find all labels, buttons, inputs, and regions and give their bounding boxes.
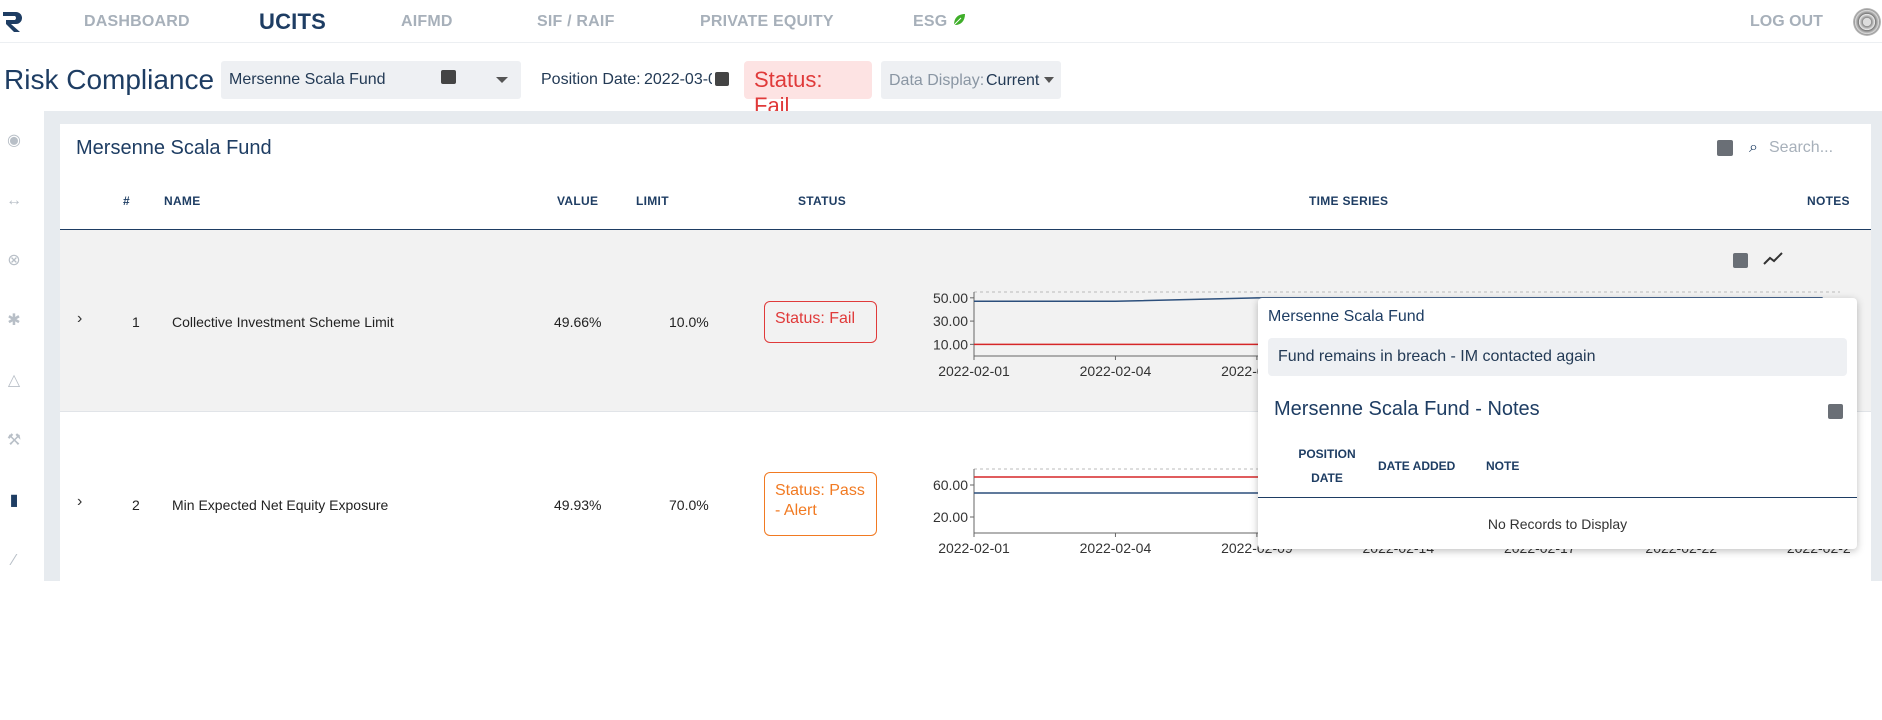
notes-column-position-date[interactable]: POSITION DATE bbox=[1298, 442, 1356, 490]
chevron-down-icon bbox=[1044, 77, 1054, 83]
download-icon[interactable] bbox=[1828, 404, 1843, 419]
nav-esg[interactable]: ESG bbox=[913, 13, 966, 31]
data-display-label: Data Display: bbox=[889, 72, 985, 89]
chart-x-tick-label: 2022-02-01 bbox=[938, 363, 1010, 379]
column-header-name[interactable]: NAME bbox=[164, 194, 201, 208]
note-input[interactable] bbox=[1268, 338, 1847, 376]
page-header: Risk Compliance Mersenne Scala Fund Posi… bbox=[0, 44, 1882, 118]
column-header-time-series[interactable]: TIME SERIES bbox=[1309, 194, 1388, 208]
chevron-right-icon[interactable]: › bbox=[77, 310, 82, 328]
column-header-status[interactable]: STATUS bbox=[798, 194, 846, 208]
data-display-select[interactable]: Data Display: Current bbox=[881, 61, 1061, 99]
nav-aifmd[interactable]: AIFMD bbox=[401, 13, 453, 31]
sidebar: ◉ ↔ ⊗ ✱ △ ⚒ ▮ ⁄ bbox=[0, 111, 44, 581]
empty-state: No Records to Display bbox=[1487, 516, 1628, 532]
row-name: Min Expected Net Equity Exposure bbox=[172, 497, 389, 513]
chart-y-tick-label: 50.00 bbox=[933, 290, 968, 306]
link-icon[interactable]: ⁄ bbox=[5, 552, 23, 570]
page-title: Risk Compliance bbox=[4, 64, 215, 95]
nav-esg-label: ESG bbox=[913, 13, 948, 30]
fund-select[interactable]: Mersenne Scala Fund bbox=[221, 61, 521, 99]
column-header-value[interactable]: VALUE bbox=[557, 194, 598, 208]
row-value: 49.66% bbox=[554, 314, 602, 330]
app-logo-icon[interactable] bbox=[0, 8, 26, 34]
notes-divider bbox=[1258, 497, 1857, 498]
eye-icon[interactable]: ◉ bbox=[5, 132, 23, 150]
leaf-icon bbox=[953, 14, 966, 26]
download-icon[interactable] bbox=[1733, 253, 1748, 268]
chevron-down-icon bbox=[496, 77, 508, 83]
row-limit: 70.0% bbox=[669, 497, 709, 513]
nav-dashboard[interactable]: DASHBOARD bbox=[84, 13, 190, 31]
notes-column-date-added[interactable]: DATE ADDED bbox=[1378, 454, 1455, 478]
chart-x-tick-label: 2022-02-04 bbox=[1080, 540, 1152, 556]
position-date-input[interactable]: 2022-03-01 bbox=[644, 71, 712, 89]
fund-select-value: Mersenne Scala Fund bbox=[229, 71, 386, 88]
row-value: 49.93% bbox=[554, 497, 602, 513]
status-badge: Status: Fail bbox=[764, 301, 877, 343]
notes-popover: Mersenne Scala Fund Mersenne Scala Fund … bbox=[1258, 298, 1857, 549]
trend-chart-icon[interactable] bbox=[1763, 250, 1783, 268]
download-icon[interactable] bbox=[1717, 140, 1733, 156]
data-display-value: Current bbox=[986, 72, 1040, 89]
chart-y-tick-label: 10.00 bbox=[933, 336, 968, 352]
gavel-icon[interactable]: ⚒ bbox=[5, 432, 23, 450]
overall-status-badge: Status: Fail bbox=[744, 61, 872, 118]
column-header-limit[interactable]: LIMIT bbox=[636, 194, 669, 208]
column-header-index[interactable]: # bbox=[123, 194, 130, 208]
warning-triangle-icon[interactable]: △ bbox=[5, 372, 23, 390]
row-index: 2 bbox=[132, 497, 140, 513]
position-date-label: Position Date: bbox=[541, 71, 641, 88]
calendar-icon bbox=[441, 70, 456, 84]
chart-x-tick-label: 2022-02-01 bbox=[938, 540, 1010, 556]
chart-y-tick-label: 60.00 bbox=[933, 477, 968, 493]
search-input[interactable] bbox=[1769, 136, 1864, 160]
column-header-notes[interactable]: NOTES bbox=[1807, 194, 1850, 208]
notes-column-note[interactable]: NOTE bbox=[1486, 454, 1519, 478]
row-limit: 10.0% bbox=[669, 314, 709, 330]
notes-title: Mersenne Scala Fund - Notes bbox=[1274, 398, 1540, 420]
logout-button[interactable]: LOG OUT bbox=[1750, 13, 1823, 31]
chart-y-tick-label: 30.00 bbox=[933, 313, 968, 329]
row-name: Collective Investment Scheme Limit bbox=[172, 314, 394, 330]
nav-private-equity[interactable]: PRIVATE EQUITY bbox=[700, 13, 834, 31]
chevron-right-icon[interactable]: › bbox=[77, 493, 82, 511]
chart-x-tick-label: 2022-02-04 bbox=[1080, 363, 1152, 379]
panel-title: Mersenne Scala Fund bbox=[76, 137, 272, 159]
book-icon[interactable]: ▮ bbox=[5, 492, 23, 510]
snowflake-icon[interactable]: ✱ bbox=[5, 312, 23, 330]
popover-title: Mersenne Scala Fund bbox=[1268, 308, 1425, 325]
avatar[interactable] bbox=[1853, 8, 1881, 36]
calendar-icon[interactable] bbox=[715, 72, 729, 86]
search-icon: ⌕ bbox=[1749, 139, 1758, 156]
chart-y-tick-label: 20.00 bbox=[933, 509, 968, 525]
close-circle-icon[interactable]: ⊗ bbox=[5, 252, 23, 270]
code-arrows-icon[interactable]: ↔ bbox=[5, 192, 23, 210]
status-badge: Status: Pass - Alert bbox=[764, 472, 877, 536]
nav-ucits[interactable]: UCITS bbox=[259, 9, 326, 35]
top-navigation: DASHBOARD UCITS AIFMD SIF / RAIF PRIVATE… bbox=[0, 0, 1882, 43]
row-index: 1 bbox=[132, 314, 140, 330]
nav-sif-raif[interactable]: SIF / RAIF bbox=[537, 13, 615, 31]
